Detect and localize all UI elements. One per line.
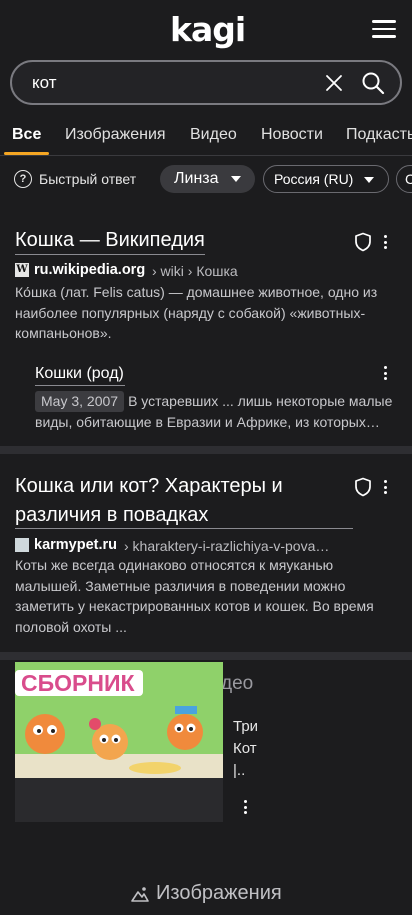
result-title[interactable]: Кошка — Википедия [15, 226, 205, 255]
clear-icon[interactable] [324, 73, 344, 93]
tab-news[interactable]: Новости [261, 126, 323, 144]
video-section-heading: део [221, 673, 254, 694]
result-divider [0, 652, 412, 660]
more-filter-chip[interactable]: С [396, 165, 412, 193]
region-label: Россия (RU) [274, 171, 354, 187]
image-icon [131, 886, 149, 902]
video-title[interactable]: Три Кот |.. [233, 716, 263, 782]
images-section-label: Изображения [156, 882, 282, 904]
shield-icon[interactable] [354, 477, 372, 497]
result-snippet: Коты же всегда одинаково относятся к мяу… [15, 557, 374, 635]
hamburger-menu-icon[interactable] [372, 20, 396, 40]
result-domain[interactable]: ru.wikipedia.org [34, 262, 145, 278]
quick-answer-label: Быстрый ответ [39, 171, 137, 187]
video-thumbnail[interactable]: СБОРНИК [15, 662, 223, 778]
date-badge: May 3, 2007 [35, 391, 125, 412]
more-filter-label: С [405, 171, 412, 187]
question-icon: ? [14, 170, 32, 188]
result-snippet: Ко́шка (лат. Felis catus) — домашнее жив… [15, 284, 378, 341]
more-options-icon[interactable] [242, 800, 248, 816]
more-options-icon[interactable] [382, 366, 388, 382]
result-title[interactable]: Кошка или кот? Характеры и различия в по… [15, 472, 355, 530]
lens-label: Линза [174, 170, 219, 187]
result-divider [0, 446, 412, 454]
active-tab-indicator [4, 152, 49, 155]
search-bar [10, 60, 402, 105]
more-options-icon[interactable] [382, 480, 388, 496]
video-title-line-1: Три [233, 718, 259, 735]
images-section-heading[interactable]: Изображения [130, 882, 282, 905]
search-tabs: Все Изображения Видео Новости Подкасты [0, 124, 412, 156]
tab-video[interactable]: Видео [190, 126, 237, 144]
kagi-logo[interactable]: kagi [170, 12, 246, 48]
title-underline [15, 254, 205, 255]
video-card-footer [15, 778, 223, 822]
karmypet-favicon [15, 538, 29, 552]
lens-dropdown[interactable]: Линза [160, 165, 255, 193]
header: kagi [0, 0, 412, 60]
result-domain[interactable]: karmypet.ru [34, 537, 117, 553]
result-path: › kharaktery-i-razlichiya-v-pova… [124, 538, 330, 554]
thumbnail-text: СБОРНИК [21, 670, 136, 696]
result-path: › wiki › Кошка [152, 263, 238, 279]
video-title-line-3: |.. [233, 762, 246, 779]
filter-bar: ? Быстрый ответ Линза Россия (RU) С [0, 164, 412, 194]
result-title-line-1: Кошка или кот? Характеры и [15, 475, 283, 497]
wikipedia-favicon: W [15, 263, 29, 277]
chevron-down-icon [231, 176, 241, 182]
region-dropdown[interactable]: Россия (RU) [263, 165, 389, 193]
tab-images[interactable]: Изображения [65, 126, 166, 144]
title-underline [15, 528, 353, 529]
chevron-down-icon [364, 177, 374, 183]
video-title-line-2: Кот [233, 740, 257, 757]
sub-result-title[interactable]: Кошки (род) [35, 362, 124, 386]
quick-answer-button[interactable]: ? Быстрый ответ [14, 170, 136, 188]
shield-icon[interactable] [354, 232, 372, 252]
tab-all[interactable]: Все [12, 126, 41, 144]
result-title-line-2: различия в повадках [15, 504, 209, 526]
search-input[interactable] [32, 73, 292, 93]
tab-podcasts[interactable]: Подкасты [346, 126, 412, 144]
title-underline [35, 385, 125, 386]
sub-result-snippet: May 3, 2007 В устаревших ... лишь некотор… [35, 391, 395, 432]
search-icon[interactable] [361, 71, 385, 95]
more-options-icon[interactable] [382, 235, 388, 251]
cartoon-cats-image: СБОРНИК [15, 662, 223, 778]
